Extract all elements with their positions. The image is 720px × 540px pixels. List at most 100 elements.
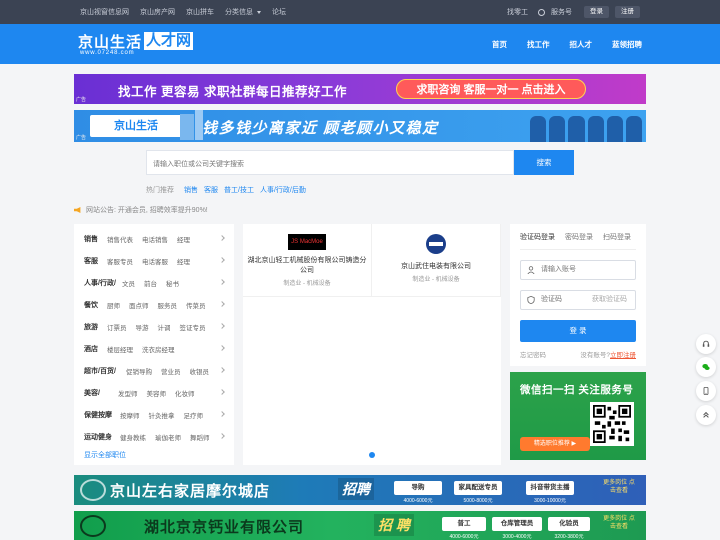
register-now-link[interactable]: 立即注册 bbox=[610, 352, 636, 359]
submit-login-button[interactable]: 登 录 bbox=[520, 320, 636, 342]
category-row[interactable]: 酒店 楼层经理 洗衣房经理 bbox=[84, 338, 225, 360]
top-bar: 京山视窗信息网 京山房产网 京山拼车 分类信息 论坛 找零工 服务号 登录 注册 bbox=[0, 0, 720, 24]
account-input[interactable]: 请输入账号 bbox=[520, 260, 636, 280]
carousel-dot[interactable] bbox=[369, 452, 375, 458]
register-button[interactable]: 注册 bbox=[615, 6, 640, 18]
tab-qr-login[interactable]: 扫码登录 bbox=[603, 232, 631, 242]
phone-icon[interactable] bbox=[696, 381, 716, 401]
category-row[interactable]: 旅游 订票员 导游 计调 签证专员 bbox=[84, 316, 225, 338]
top-link-classifieds[interactable]: 分类信息 bbox=[225, 7, 261, 17]
category-sub[interactable]: 舞蹈师 bbox=[190, 432, 210, 442]
category-sub[interactable]: 销售代表 bbox=[107, 234, 133, 244]
nav-bluecollar[interactable]: 蓝领招聘 bbox=[612, 39, 642, 50]
headset-icon[interactable] bbox=[696, 334, 716, 354]
category-sub[interactable]: 秘书 bbox=[166, 278, 179, 288]
category-sub[interactable]: 经理 bbox=[177, 234, 190, 244]
code-input[interactable]: 验证码 获取验证码 bbox=[520, 290, 636, 310]
ad-furniture-hiring[interactable]: 京山左右家居摩尔城店 招聘 导购 4000-6000元 家具配送专员 5000-… bbox=[74, 475, 646, 505]
category-sub[interactable]: 健身教练 bbox=[120, 432, 146, 442]
category-sub[interactable]: 厨师 bbox=[107, 300, 120, 310]
login-button[interactable]: 登录 bbox=[584, 6, 609, 18]
category-head[interactable]: 保健按摩 bbox=[84, 410, 120, 420]
category-sub[interactable]: 文员 bbox=[122, 278, 135, 288]
category-head[interactable]: 超市/百货/ bbox=[84, 366, 126, 376]
category-row[interactable]: 客服 客服专员 电话客服 经理 bbox=[84, 250, 225, 272]
category-sub[interactable]: 服务员 bbox=[158, 300, 178, 310]
category-sub[interactable]: 传菜员 bbox=[186, 300, 206, 310]
category-sub[interactable]: 电话销售 bbox=[142, 234, 168, 244]
tab-sms-login[interactable]: 验证码登录 bbox=[520, 232, 555, 242]
nav-find-job[interactable]: 找工作 bbox=[527, 39, 550, 50]
category-sub[interactable]: 客服专员 bbox=[107, 256, 133, 266]
category-sub[interactable]: 前台 bbox=[144, 278, 157, 288]
get-code-button[interactable]: 获取验证码 bbox=[592, 291, 627, 309]
category-row[interactable]: 人事/行政/文员 前台 秘书 bbox=[84, 272, 225, 294]
ad4-more-link[interactable]: 更多岗位 点击查看 bbox=[602, 515, 636, 531]
banner1-consult-button[interactable]: 求职咨询 客服一对一 点击进入 bbox=[396, 79, 586, 99]
category-head[interactable]: 销售 bbox=[84, 234, 107, 244]
category-sub[interactable]: 瑜伽老师 bbox=[155, 432, 181, 442]
category-sub[interactable]: 电话客服 bbox=[142, 256, 168, 266]
site-logo[interactable]: 京山生活 人才网 www.07248.com bbox=[78, 32, 240, 58]
forgot-password-link[interactable]: 忘记密码 bbox=[520, 349, 546, 359]
category-row[interactable]: 运动健身 健身教练 瑜伽老师 舞蹈师 bbox=[84, 426, 225, 448]
ad3-more-link[interactable]: 更多岗位 点击查看 bbox=[602, 479, 636, 495]
category-row[interactable]: 超市/百货/促销导购 营业员 收银员 bbox=[84, 360, 225, 382]
category-head[interactable]: 人事/行政/ bbox=[84, 278, 122, 288]
category-sub[interactable]: 订票员 bbox=[107, 322, 127, 332]
top-link-carpool[interactable]: 京山拼车 bbox=[186, 7, 214, 17]
banner-job-community[interactable]: 找工作 更容易 求职社群每日推荐好工作 求职咨询 客服一对一 点击进入 广告 bbox=[74, 74, 646, 104]
company-card[interactable]: JS MacMoe 湖北京山轻工机械股份有限公司铸造分公司 制造业 - 机械设备 bbox=[243, 224, 372, 297]
category-sub[interactable]: 洗衣房经理 bbox=[142, 344, 175, 354]
top-link-window[interactable]: 京山视窗信息网 bbox=[80, 7, 129, 17]
company-name[interactable]: 湖北京山轻工机械股份有限公司铸造分公司 bbox=[243, 256, 371, 276]
banner-near-home[interactable]: 京山生活 钱多钱少离家近 顾老顾小又稳定 广告 bbox=[74, 110, 646, 142]
category-sub[interactable]: 营业员 bbox=[161, 366, 181, 376]
nav-hire[interactable]: 招人才 bbox=[570, 39, 593, 50]
top-link-forum[interactable]: 论坛 bbox=[272, 7, 286, 17]
category-sub[interactable]: 经理 bbox=[177, 256, 190, 266]
nav-home[interactable]: 首页 bbox=[492, 39, 507, 50]
hot-item[interactable]: 销售 bbox=[184, 185, 198, 195]
hot-item[interactable]: 人事/行政/后勤 bbox=[260, 185, 306, 195]
category-sub[interactable]: 导游 bbox=[136, 322, 149, 332]
category-head[interactable]: 客服 bbox=[84, 256, 107, 266]
category-row[interactable]: 美容/发型师 美容师 化妆师 bbox=[84, 382, 225, 404]
service-account-link[interactable]: 服务号 bbox=[551, 7, 572, 17]
category-sub[interactable]: 面点师 bbox=[129, 300, 149, 310]
category-sub[interactable]: 楼层经理 bbox=[107, 344, 133, 354]
category-sub[interactable]: 美容师 bbox=[147, 388, 167, 398]
company-name[interactable]: 京山武住电装有限公司 bbox=[372, 262, 500, 272]
category-sub[interactable]: 针灸推拿 bbox=[149, 410, 175, 420]
category-head[interactable]: 美容/ bbox=[84, 388, 118, 398]
hot-item[interactable]: 客服 bbox=[204, 185, 218, 195]
category-sub[interactable]: 收银员 bbox=[190, 366, 210, 376]
featured-jobs-button[interactable]: 精选职位推荐 ▶ bbox=[520, 437, 590, 451]
company-card[interactable]: 京山武住电装有限公司 制造业 - 机械设备 bbox=[372, 224, 501, 297]
category-row[interactable]: 销售 销售代表 电话销售 经理 bbox=[84, 228, 225, 250]
category-head[interactable]: 餐饮 bbox=[84, 300, 107, 310]
category-head[interactable]: 旅游 bbox=[84, 322, 107, 332]
category-sub[interactable]: 签证专员 bbox=[180, 322, 206, 332]
back-to-top-icon[interactable] bbox=[696, 405, 716, 425]
category-sub[interactable]: 发型师 bbox=[118, 388, 138, 398]
category-row[interactable]: 餐饮 厨师 面点师 服务员 传菜员 bbox=[84, 294, 225, 316]
hot-item[interactable]: 普工/技工 bbox=[224, 185, 254, 195]
category-sub[interactable]: 计调 bbox=[158, 322, 171, 332]
search-input[interactable]: 请输入职位或公司关键字搜索 bbox=[146, 150, 514, 175]
wechat-icon[interactable] bbox=[696, 357, 716, 377]
category-sub[interactable]: 按摩师 bbox=[120, 410, 140, 420]
category-row[interactable]: 保健按摩 按摩师 针灸推拿 足疗师 bbox=[84, 404, 225, 426]
category-head[interactable]: 运动健身 bbox=[84, 432, 120, 442]
category-sub[interactable]: 化妆师 bbox=[175, 388, 195, 398]
find-worker-link[interactable]: 找零工 bbox=[507, 7, 528, 17]
search-button[interactable]: 搜索 bbox=[514, 150, 574, 175]
tab-password-login[interactable]: 密码登录 bbox=[565, 232, 593, 242]
ad-calcium-hiring[interactable]: 湖北京京钙业有限公司 招 聘 普工 4000-6000元 仓库管理员 3000-… bbox=[74, 511, 646, 540]
category-sub[interactable]: 促销导购 bbox=[126, 366, 152, 376]
category-sub[interactable]: 足疗师 bbox=[184, 410, 204, 420]
show-all-jobs-link[interactable]: 显示全部职位 bbox=[84, 450, 224, 460]
notice-text[interactable]: 网站公告: 开通会员, 招聘效率提升90%! bbox=[86, 205, 208, 215]
category-head[interactable]: 酒店 bbox=[84, 344, 107, 354]
top-link-realestate[interactable]: 京山房产网 bbox=[140, 7, 175, 17]
